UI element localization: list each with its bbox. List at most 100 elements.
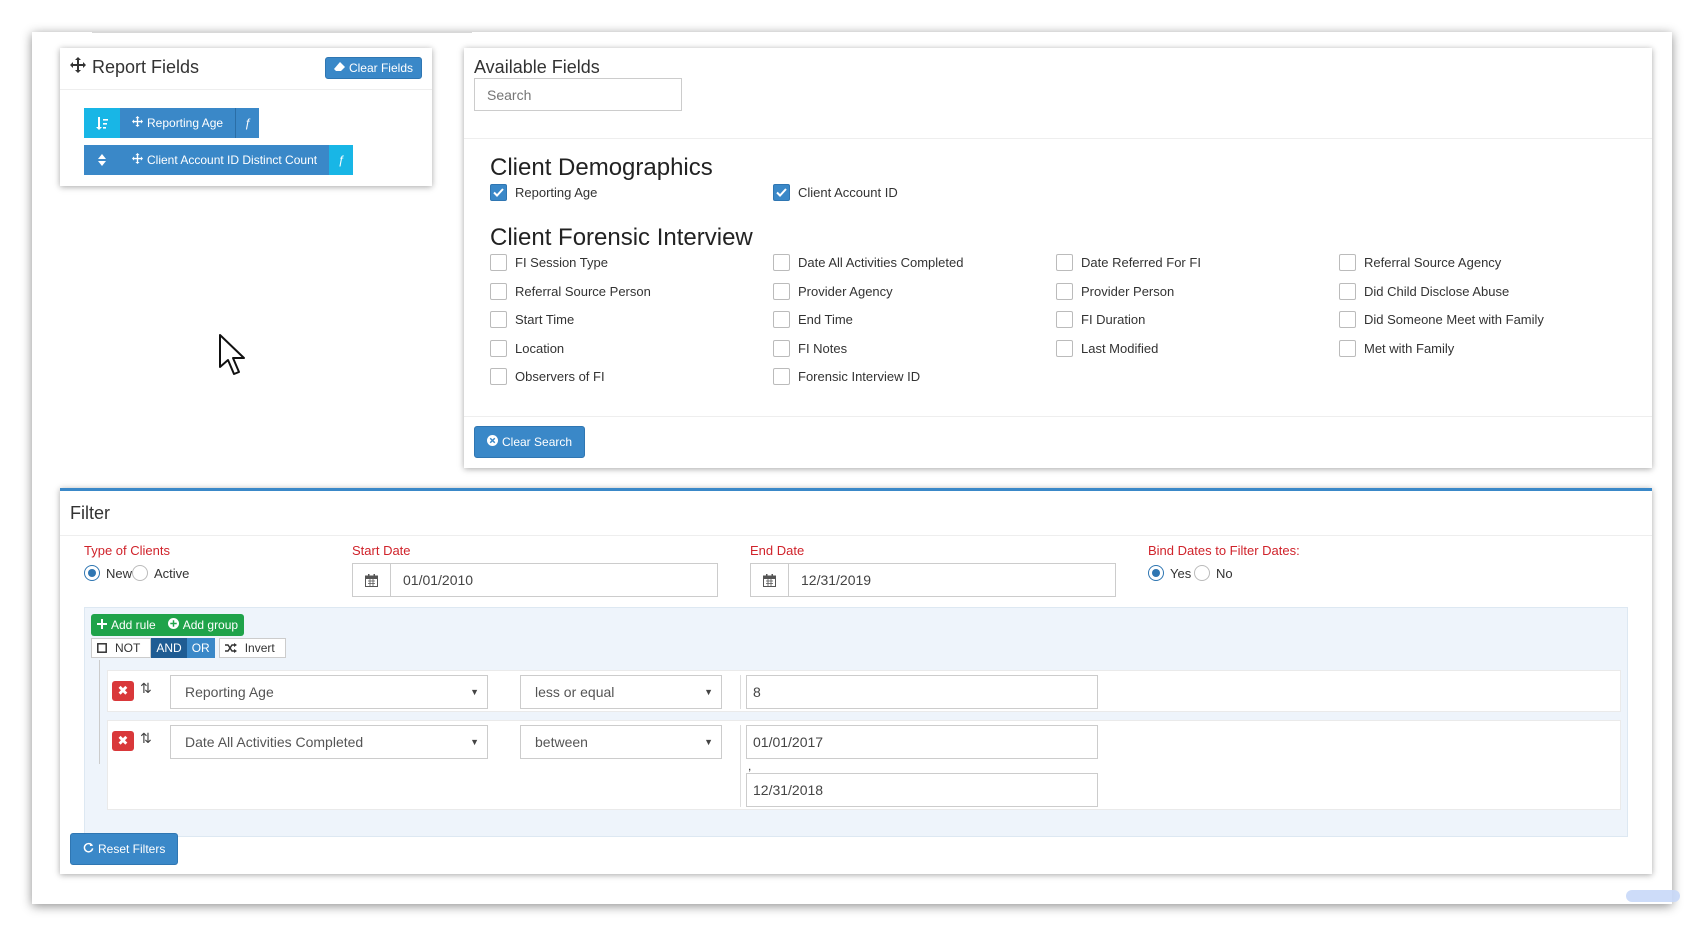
checkbox-icon[interactable] [1339, 282, 1356, 300]
field-checkbox[interactable]: Start Time [490, 311, 575, 329]
rule-field-select[interactable]: Date All Activities Completed ▼ [170, 725, 488, 759]
field-checkbox-label: Referral Source Person [515, 283, 651, 299]
field-checkbox[interactable]: Date All Activities Completed [773, 254, 963, 271]
checkbox-icon[interactable] [1056, 339, 1073, 357]
radio-yes[interactable]: Yes [1148, 565, 1191, 581]
checkbox-icon[interactable] [490, 311, 507, 329]
not-toggle[interactable]: NOT [91, 638, 152, 658]
checkbox-icon[interactable] [490, 368, 507, 386]
checkbox-icon[interactable] [773, 254, 790, 271]
checked-icon[interactable] [490, 184, 507, 201]
field-checkbox[interactable]: Location [490, 339, 565, 357]
sort-icon[interactable] [84, 145, 120, 175]
rule-value-input[interactable]: 01/01/2017 [746, 725, 1098, 759]
report-field-label[interactable]: Reporting Age [120, 108, 236, 138]
rule-operator-select[interactable]: less or equal ▼ [520, 675, 722, 709]
caret-down-icon: ▼ [470, 687, 479, 697]
checkbox-icon[interactable] [1056, 311, 1073, 329]
field-checkbox[interactable]: Referral Source Person [490, 282, 651, 300]
field-checkbox[interactable]: FI Session Type [490, 254, 608, 271]
move-icon [132, 116, 143, 130]
radio-active[interactable]: Active [132, 565, 189, 581]
add-group-button[interactable]: Add group [161, 614, 245, 636]
radio-dot[interactable] [1194, 565, 1210, 581]
delete-rule-button[interactable]: ✖ [112, 731, 134, 751]
delete-rule-button[interactable]: ✖ [112, 681, 134, 701]
field-checkbox[interactable]: Did Child Disclose Abuse [1339, 282, 1510, 300]
start-date-field[interactable]: 01/01/2010 [352, 563, 718, 597]
start-date-input[interactable]: 01/01/2010 [391, 564, 717, 596]
calendar-icon[interactable] [353, 564, 391, 596]
field-checkbox[interactable]: Observers of FI [490, 368, 605, 386]
checkbox-icon[interactable] [773, 339, 790, 357]
field-checkbox[interactable]: Reporting Age [490, 184, 597, 201]
checkbox-icon[interactable] [1056, 254, 1073, 271]
field-checkbox-label: Start Time [515, 312, 575, 328]
field-checkbox-label: Client Account ID [798, 185, 898, 200]
field-checkbox-label: Location [515, 340, 565, 356]
checkbox-icon[interactable] [773, 282, 790, 300]
report-field-label[interactable]: Client Account ID Distinct Count [120, 145, 330, 175]
field-checkbox-label: Did Child Disclose Abuse [1364, 283, 1510, 299]
checkbox-icon[interactable] [773, 368, 790, 386]
rule-value-input[interactable]: 8 [746, 675, 1098, 709]
field-checkbox-label: Provider Person [1081, 283, 1175, 299]
checked-icon[interactable] [773, 184, 790, 201]
field-checkbox[interactable]: Client Account ID [773, 184, 898, 201]
available-fields-title: Available Fields [474, 57, 600, 77]
field-checkbox-label: Date All Activities Completed [798, 255, 964, 270]
field-checkbox-label: Forensic Interview ID [798, 369, 921, 385]
field-checkbox[interactable]: End Time [773, 311, 853, 329]
field-checkbox[interactable]: Forensic Interview ID [773, 368, 921, 386]
checkbox-icon[interactable] [490, 282, 507, 300]
field-checkbox[interactable]: FI Notes [773, 339, 847, 357]
report-field-item[interactable]: Client Account ID Distinct Count ƒ [84, 145, 354, 175]
checkbox-icon[interactable] [1056, 282, 1073, 300]
rule-field-select[interactable]: Reporting Age ▼ [170, 675, 488, 709]
or-condition-button[interactable]: OR [186, 638, 215, 658]
checkbox-icon[interactable] [773, 311, 790, 329]
field-checkbox[interactable]: Referral Source Agency [1339, 254, 1501, 271]
invert-button[interactable]: Invert [218, 638, 286, 658]
filter-panel: Filter Type of Clients New Active Start … [60, 488, 1652, 874]
field-checkbox-label: Referral Source Agency [1364, 255, 1502, 270]
field-checkbox[interactable]: Met with Family [1339, 339, 1454, 357]
checkbox-icon[interactable] [490, 339, 507, 357]
checkbox-icon[interactable] [1339, 339, 1356, 357]
eraser-icon [333, 61, 345, 75]
field-checkbox[interactable]: Provider Person [1056, 282, 1175, 300]
checkbox-icon[interactable] [490, 254, 507, 271]
field-checkbox[interactable]: Date Referred For FI [1056, 254, 1201, 271]
report-fields-title: Report Fields [70, 57, 199, 78]
caret-down-icon: ▼ [704, 737, 713, 747]
rule-value2-input[interactable]: 12/31/2018 [746, 773, 1098, 807]
radio-dot[interactable] [1148, 565, 1164, 581]
checkbox-icon[interactable] [1339, 254, 1356, 271]
radio-new[interactable]: New [84, 565, 132, 581]
field-checkbox[interactable]: FI Duration [1056, 311, 1145, 329]
field-checkbox[interactable]: Last Modified [1056, 339, 1158, 357]
end-date-input[interactable]: 12/31/2019 [789, 564, 1115, 596]
type-of-clients-label: Type of Clients [84, 543, 170, 558]
sort-icon[interactable]: ⇅ [140, 680, 152, 697]
clear-search-button[interactable]: Clear Search [474, 426, 586, 458]
radio-dot[interactable] [84, 565, 100, 581]
clear-fields-button[interactable]: Clear Fields [324, 57, 422, 79]
and-condition-button[interactable]: AND [151, 638, 187, 658]
radio-no[interactable]: No [1194, 565, 1233, 581]
field-checkbox[interactable]: Did Someone Meet with Family [1339, 311, 1544, 329]
reset-filters-button[interactable]: Reset Filters [70, 833, 179, 865]
field-checkbox[interactable]: Provider Agency [773, 282, 893, 300]
rule-operator-select[interactable]: between ▼ [520, 725, 722, 759]
checkbox-icon[interactable] [1339, 311, 1356, 329]
function-icon[interactable]: ƒ [235, 108, 260, 138]
sort-asc-icon[interactable] [84, 108, 120, 138]
calendar-icon[interactable] [751, 564, 789, 596]
function-icon[interactable]: ƒ [329, 145, 354, 175]
report-field-item[interactable]: Reporting Age ƒ [84, 108, 260, 138]
add-rule-button[interactable]: Add rule [91, 614, 162, 636]
search-input[interactable] [474, 78, 682, 111]
sort-icon[interactable]: ⇅ [140, 730, 152, 747]
end-date-field[interactable]: 12/31/2019 [750, 563, 1116, 597]
radio-dot[interactable] [132, 565, 148, 581]
